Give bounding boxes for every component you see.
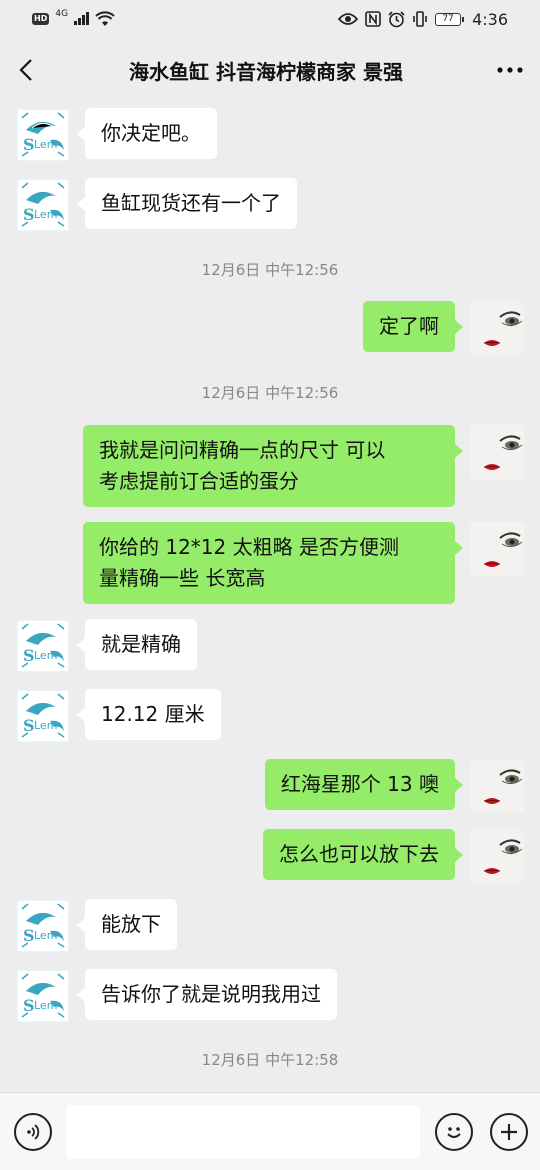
message-bubble[interactable]: 告诉你了就是说明我用过	[77, 969, 337, 1020]
voice-icon	[27, 1123, 40, 1140]
message-bubble[interactable]: 我就是问问精确一点的尺寸 可以 考虑提前订合适的蛋分	[83, 425, 463, 507]
timestamp: 12月6日 中午12:56	[201, 261, 339, 279]
slem-logo-icon: S Lem	[16, 969, 70, 1023]
avatar[interactable]: S Lem	[16, 178, 70, 232]
message-row: S Lem 12.12 厘米	[0, 683, 540, 753]
face-avatar-icon	[470, 425, 524, 479]
avatar[interactable]: S Lem	[16, 619, 70, 673]
vibrate-icon	[413, 11, 427, 27]
svg-text:S: S	[23, 996, 35, 1015]
hd-badge: HD	[32, 13, 50, 25]
status-bar: HD 4G 77 4:36	[0, 0, 540, 38]
message-bubble[interactable]: 定了啊	[363, 301, 463, 352]
message-row: 怎么也可以放下去	[0, 823, 540, 893]
plus-button[interactable]	[490, 1112, 528, 1151]
chat-title: 海水鱼缸 抖音海柠檬商家 景强	[129, 59, 403, 84]
svg-text:S: S	[23, 926, 35, 945]
signal-icon	[74, 12, 90, 25]
face-avatar-icon	[470, 759, 524, 813]
timestamp: 12月6日 中午12:58	[201, 1051, 339, 1069]
plus-icon	[501, 1123, 517, 1140]
avatar[interactable]: S Lem	[16, 969, 70, 1023]
svg-text:S: S	[23, 646, 35, 665]
message-row: S Lem 鱼缸现货还有一个了	[0, 172, 540, 242]
message-row: 定了啊	[0, 295, 540, 365]
message-row: S Lem 你决定吧。	[0, 102, 540, 172]
avatar[interactable]: S Lem	[16, 689, 70, 743]
message-row: 你给的 12*12 太粗略 是否方便测 量精确一些 长宽高	[0, 516, 540, 612]
input-bar	[0, 1092, 540, 1170]
battery-level: 77	[442, 14, 454, 24]
message-bubble[interactable]: 鱼缸现货还有一个了	[77, 178, 297, 229]
slem-logo-icon: S Lem	[16, 899, 70, 953]
message-bubble[interactable]: 红海星那个 13 噢	[264, 759, 464, 810]
svg-text:S: S	[23, 205, 35, 224]
back-button[interactable]	[0, 38, 52, 102]
message-bubble[interactable]: 你给的 12*12 太粗略 是否方便测 量精确一些 长宽高	[83, 522, 463, 604]
message-row: S Lem 就是精确	[0, 613, 540, 683]
avatar[interactable]	[470, 829, 524, 883]
more-button[interactable]	[480, 38, 540, 102]
slem-logo-icon: S Lem	[16, 619, 70, 673]
chat-area[interactable]: S Lem 你决定吧。 S Lem 鱼缸现货还有一个了 12月6日 中午12:5…	[0, 102, 540, 1092]
avatar[interactable]	[470, 522, 524, 576]
slem-logo-icon: S Lem	[16, 178, 70, 232]
face-avatar-icon	[470, 301, 524, 355]
message-row: S Lem 能放下	[0, 893, 540, 963]
message-bubble[interactable]: 能放下	[77, 899, 177, 950]
message-row: 红海星那个 13 噢	[0, 753, 540, 823]
avatar[interactable]	[470, 759, 524, 813]
svg-text:S: S	[23, 135, 35, 154]
alarm-icon	[388, 10, 405, 27]
avatar[interactable]	[470, 425, 524, 479]
emoji-button[interactable]	[435, 1112, 473, 1151]
emoji-icon	[447, 1126, 461, 1138]
network-label: 4G	[55, 9, 69, 19]
avatar[interactable]: S Lem	[16, 899, 70, 953]
eye-icon	[338, 13, 359, 25]
slem-logo-icon: S Lem	[16, 689, 70, 743]
message-bubble[interactable]: 怎么也可以放下去	[263, 829, 463, 880]
nfc-icon	[365, 11, 381, 27]
avatar[interactable]: S Lem	[16, 108, 70, 162]
chevron-left-icon	[19, 59, 32, 81]
message-bubble[interactable]: 就是精确	[77, 619, 197, 670]
wifi-icon	[95, 11, 115, 26]
clock: 4:36	[472, 9, 508, 29]
battery-icon: 77	[435, 12, 465, 26]
avatar[interactable]	[470, 301, 524, 355]
message-bubble[interactable]: 你决定吧。	[77, 108, 217, 159]
voice-button[interactable]	[14, 1112, 52, 1151]
timestamp: 12月6日 中午12:56	[201, 384, 339, 402]
message-row: S Lem 告诉你了就是说明我用过	[0, 963, 540, 1033]
message-bubble[interactable]: 12.12 厘米	[77, 689, 221, 740]
slem-logo-icon: S Lem	[16, 108, 70, 162]
message-input[interactable]	[66, 1104, 420, 1159]
face-avatar-icon	[470, 829, 524, 883]
face-avatar-icon	[470, 522, 524, 576]
message-row: 我就是问问精确一点的尺寸 可以 考虑提前订合适的蛋分	[0, 419, 540, 515]
more-dots-icon	[497, 67, 523, 73]
svg-text:S: S	[23, 716, 35, 735]
chat-header: 海水鱼缸 抖音海柠檬商家 景强	[0, 38, 540, 102]
